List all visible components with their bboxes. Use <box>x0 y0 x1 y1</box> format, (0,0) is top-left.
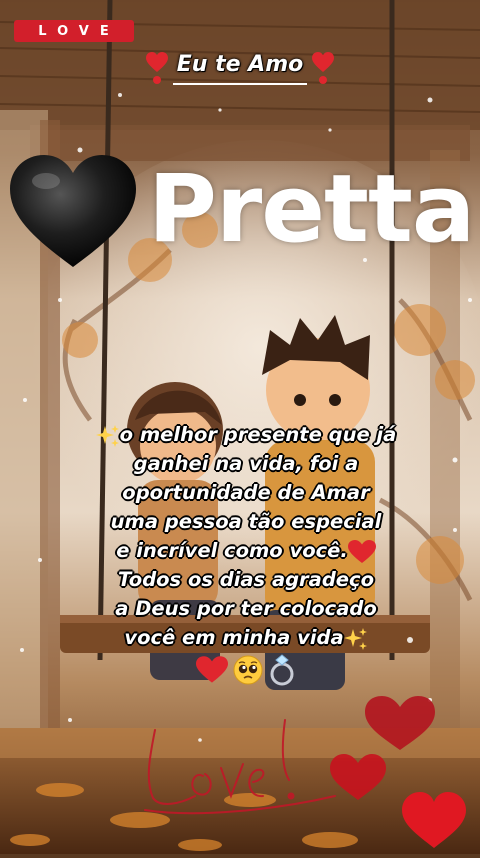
heading-text: Eu te Amo <box>172 52 308 85</box>
poem-line-text: ganhei na vida, foi a <box>133 452 359 475</box>
name-text: Pretta <box>148 155 475 264</box>
heart-icon <box>365 696 435 750</box>
love-badge: LOVE <box>14 20 134 42</box>
heart-icon <box>402 792 466 848</box>
ring-icon <box>270 654 294 686</box>
poem-line: uma pessoa tão especial <box>56 507 436 536</box>
poem-line: ganhei na vida, foi a <box>56 449 436 478</box>
red-heart-icon <box>347 539 376 563</box>
love-badge-label: LOVE <box>38 23 120 39</box>
poem-line: e incrível como você. <box>56 536 436 565</box>
poem-line: o melhor presente que já <box>56 420 436 449</box>
poem-line-text: você em minha vida <box>124 626 344 649</box>
poem-line: a Deus por ter colocado <box>56 594 436 623</box>
poem-line: oportunidade de Amar <box>56 478 436 507</box>
sparkles-icon <box>343 627 367 650</box>
poem-line-text: oportunidade de Amar <box>122 481 370 504</box>
black-heart-icon <box>10 155 136 267</box>
poem: o melhor presente que já ganhei na vida,… <box>56 420 436 686</box>
poem-line-text: uma pessoa tão especial <box>110 510 382 533</box>
poem-line-text: a Deus por ter colocado <box>115 597 377 620</box>
poem-line: Todos os dias agradeço <box>56 565 436 594</box>
love-signature <box>144 719 336 815</box>
red-heart-icon <box>195 656 228 683</box>
poem-line-text: e incrível como você. <box>116 539 348 562</box>
pleading-face-icon <box>233 655 263 685</box>
emoji-row <box>56 654 436 686</box>
poem-line-text: Todos os dias agradeço <box>118 568 374 591</box>
poem-line-text: o melhor presente que já <box>119 423 397 446</box>
sparkles-icon <box>95 424 119 447</box>
heart-exclamation-icon <box>145 52 168 84</box>
heading: Eu te Amo <box>0 52 480 86</box>
heart-exclamation-icon <box>312 52 335 84</box>
poem-line: você em minha vida <box>56 623 436 652</box>
